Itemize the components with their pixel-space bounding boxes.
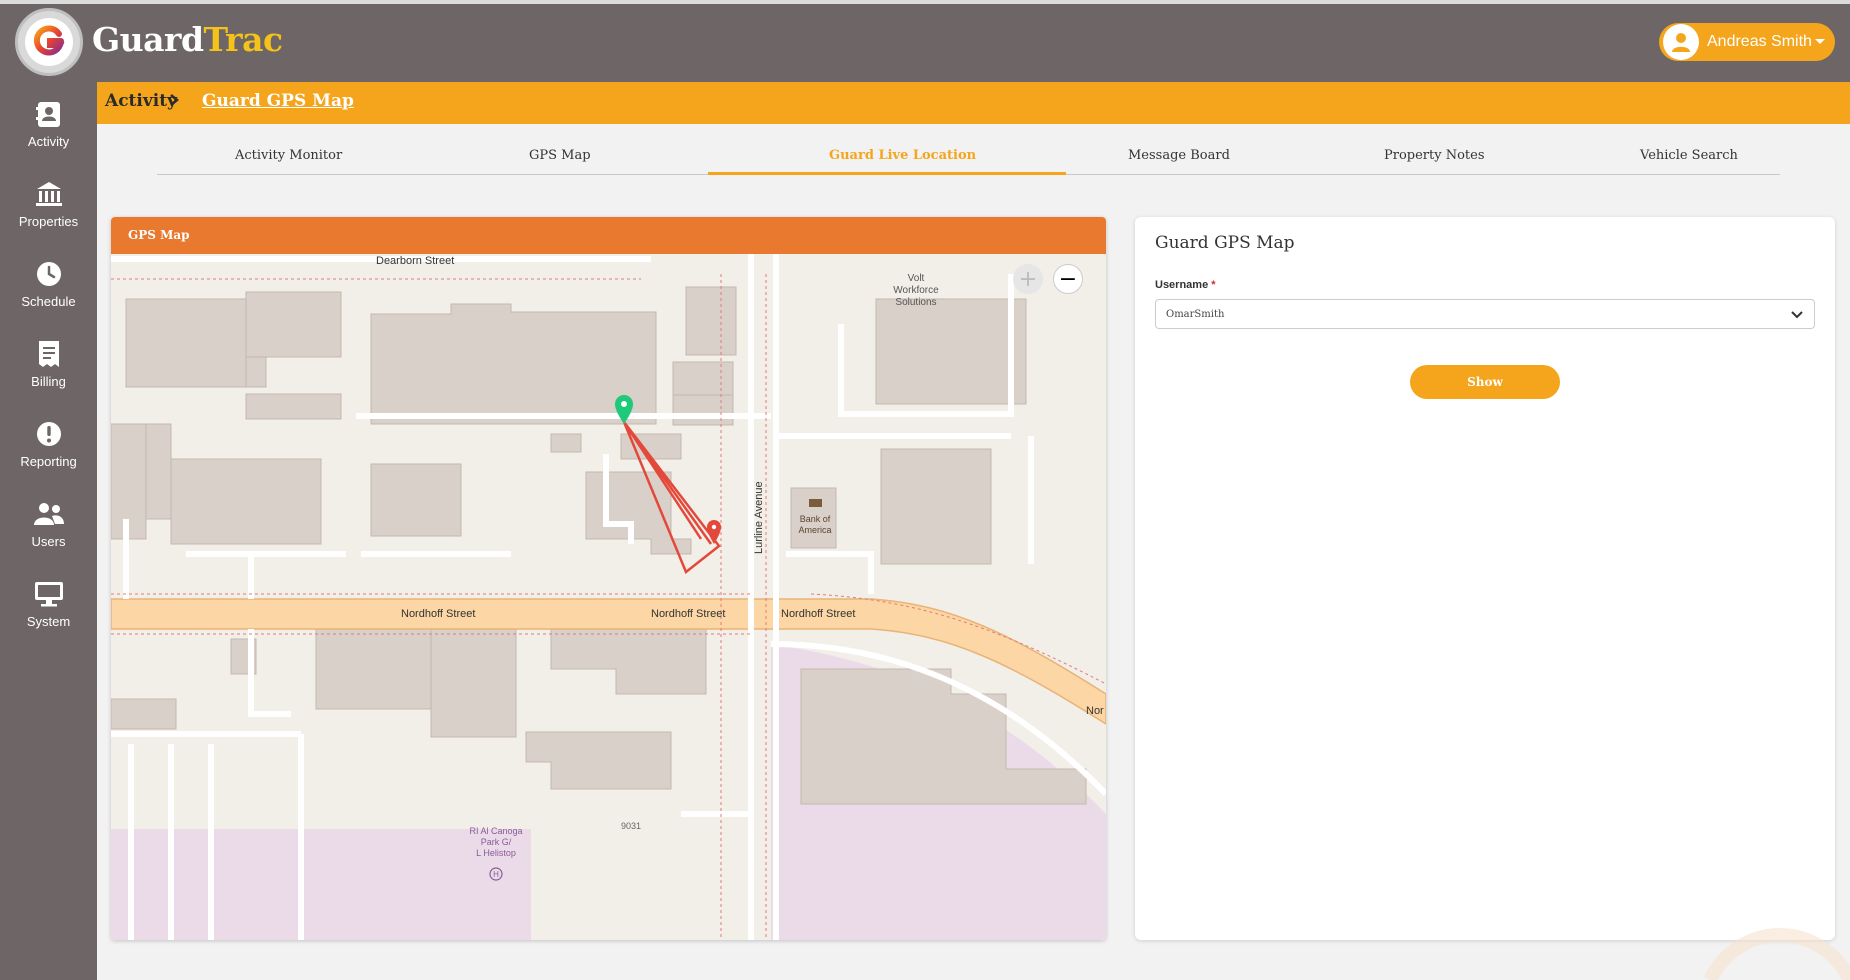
users-icon [33, 498, 65, 530]
chevron-down-icon [1790, 307, 1804, 326]
map-svg: Dearborn Street Nordhoff Street Nordhoff… [111, 254, 1106, 940]
svg-text:America: America [798, 525, 831, 535]
bank-building-icon [33, 178, 65, 210]
alert-icon [33, 418, 65, 450]
form-title: Guard GPS Map [1155, 233, 1295, 253]
tab-activity-monitor[interactable]: Activity Monitor [235, 148, 342, 163]
monitor-icon [33, 578, 65, 610]
sidebar-item-label: Activity [27, 134, 70, 149]
chevron-right-icon [169, 93, 179, 111]
user-avatar-icon [1663, 24, 1699, 60]
svg-text:Park G/: Park G/ [481, 837, 512, 847]
svg-text:Nordhoff Street: Nordhoff Street [651, 608, 725, 620]
tab-property-notes[interactable]: Property Notes [1384, 148, 1485, 163]
required-mark: * [1211, 279, 1216, 291]
gps-map-card: GPS Map Dearborn Street Nordhoff Street … [111, 217, 1106, 940]
sidebar-item-activity[interactable]: Activity [0, 98, 97, 168]
sidebar-item-system[interactable]: System [0, 578, 97, 648]
app-logo[interactable] [15, 8, 83, 76]
svg-text:RI Al Canoga: RI Al Canoga [469, 826, 522, 836]
logo-g-icon [25, 18, 73, 66]
receipt-icon [33, 338, 65, 370]
decorative-swirl-icon [1703, 928, 1850, 980]
sidebar-item-billing[interactable]: Billing [0, 338, 97, 408]
svg-text:Nordhoff Street: Nordhoff Street [401, 608, 475, 620]
svg-text:Nor: Nor [1086, 705, 1104, 717]
bank-icon [809, 499, 822, 507]
brand-part-2: Trac [203, 20, 284, 59]
tab-gps-map[interactable]: GPS Map [529, 148, 591, 163]
sidebar-item-label: Properties [18, 214, 79, 229]
chevron-down-icon [1815, 39, 1825, 44]
tab-bar: Activity Monitor GPS Map Guard Live Loca… [97, 124, 1850, 196]
sidebar-item-schedule[interactable]: Schedule [0, 258, 97, 328]
svg-text:Workforce: Workforce [893, 285, 939, 296]
top-strip [0, 0, 1850, 4]
map-buildings [111, 286, 1087, 805]
svg-text:Dearborn Street: Dearborn Street [376, 255, 454, 267]
clock-icon [33, 258, 65, 290]
username-label-text: Username [1155, 279, 1209, 291]
username-select[interactable]: OmarSmith [1155, 299, 1815, 329]
guard-gps-form-card: Guard GPS Map Username * OmarSmith Show [1135, 217, 1835, 940]
sidebar-item-users[interactable]: Users [0, 498, 97, 568]
sidebar-item-properties[interactable]: Properties [0, 178, 97, 248]
map-card-title: GPS Map [128, 228, 190, 242]
brand-part-1: Guard [92, 20, 204, 59]
show-button[interactable]: Show [1410, 365, 1560, 399]
username-select-value: OmarSmith [1166, 309, 1225, 320]
svg-text:Lurline Avenue: Lurline Avenue [753, 481, 765, 554]
svg-text:Bank of: Bank of [800, 514, 831, 524]
sidebar-item-reporting[interactable]: Reporting [0, 418, 97, 488]
user-menu-button[interactable]: Andreas Smith [1659, 23, 1835, 61]
sidebar-item-label: System [26, 614, 71, 629]
zoom-out-button[interactable]: − [1053, 264, 1083, 294]
map-canvas[interactable]: Dearborn Street Nordhoff Street Nordhoff… [111, 254, 1106, 940]
user-name: Andreas Smith [1707, 33, 1812, 50]
contact-card-icon [33, 98, 65, 130]
brand-name: GuardTrac [92, 20, 283, 59]
sidebar-item-label: Billing [31, 374, 66, 389]
svg-text:L Helistop: L Helistop [476, 848, 516, 858]
svg-text:Volt: Volt [908, 273, 925, 284]
tab-guard-live-location[interactable]: Guard Live Location [829, 148, 976, 163]
svg-text:H: H [493, 870, 499, 879]
sidebar-item-label: Schedule [21, 294, 76, 309]
tab-vehicle-search[interactable]: Vehicle Search [1640, 148, 1738, 163]
sidebar-item-label: Users [31, 534, 66, 549]
username-label: Username * [1155, 279, 1216, 291]
map-card-header: GPS Map [111, 217, 1106, 254]
sidebar: Activity Properties Schedule Billing Rep… [0, 82, 97, 980]
breadcrumb-current[interactable]: Guard GPS Map [202, 91, 354, 111]
tab-message-board[interactable]: Message Board [1128, 148, 1230, 163]
active-tab-indicator [708, 172, 1066, 175]
sidebar-item-label: Reporting [20, 454, 77, 469]
svg-text:9031: 9031 [621, 821, 641, 831]
breadcrumb: Activity Guard GPS Map [97, 82, 1850, 124]
svg-text:Solutions: Solutions [895, 297, 936, 308]
breadcrumb-parent[interactable]: Activity [105, 91, 177, 111]
svg-text:Nordhoff Street: Nordhoff Street [781, 608, 855, 620]
zoom-in-button[interactable]: + [1013, 264, 1043, 294]
top-header: GuardTrac Andreas Smith [0, 0, 1850, 82]
